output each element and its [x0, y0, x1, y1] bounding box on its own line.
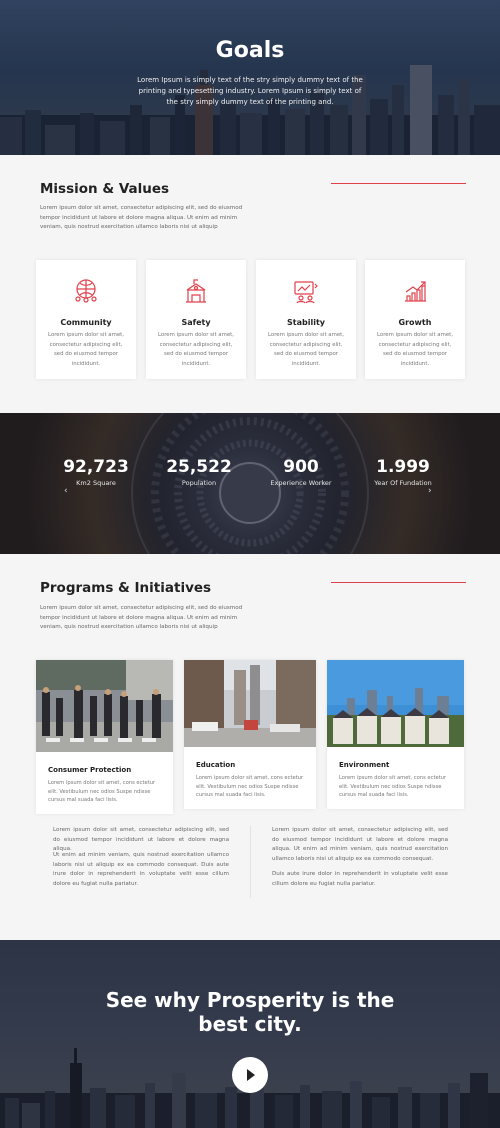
- programs-title: Programs & Initiatives: [40, 580, 212, 596]
- mission-accent-line: [331, 183, 466, 184]
- page-title: Goals: [215, 38, 285, 63]
- value-card-stability: Stability Lorem ipsum dolor sit amet, co…: [256, 260, 356, 379]
- play-video-button[interactable]: [232, 1057, 268, 1093]
- hero-section: Goals Lorem Ipsum is simply text of the …: [0, 0, 500, 155]
- value-card-safety: Safety Lorem ipsum dolor sit amet, conse…: [146, 260, 246, 379]
- stat-km2: 92,723 Km2 Square: [63, 457, 129, 487]
- value-card-growth: Growth Lorem ipsum dolor sit amet, conse…: [365, 260, 465, 379]
- stat-workers: 900 Experience Worker: [270, 457, 332, 487]
- safety-icon: [186, 279, 206, 303]
- play-icon: [247, 1069, 255, 1081]
- stability-icon: [294, 281, 318, 304]
- growth-icon: [405, 281, 426, 302]
- programs-right-p1: Lorem ipsum dolor sit amet, consectetur …: [272, 827, 448, 862]
- city-street-image: [184, 660, 316, 747]
- programs-accent-line: [331, 582, 466, 583]
- mission-title: Mission & Values: [40, 181, 170, 197]
- mission-text: Lorem ipsum dolor sit amet, consectetur …: [40, 205, 243, 230]
- stat-year: 1.999 Year Of Fundation: [374, 457, 432, 487]
- programs-right-p2: Duis aute irure dolor in reprehenderit i…: [272, 871, 448, 887]
- column-divider: [250, 826, 251, 898]
- programs-text: Lorem ipsum dolor sit amet, consectetur …: [40, 605, 243, 630]
- program-card-consumer-protection[interactable]: Consumer Protection Lorem ipsum dolor si…: [36, 660, 173, 814]
- cta-section: See why Prosperity is the best city.: [0, 940, 500, 1128]
- stat-population: 25,522 Population: [166, 457, 232, 487]
- crosswalk-crowd-image: [36, 660, 173, 752]
- cta-title: See why Prosperity is the best city.: [105, 988, 395, 1036]
- slider-next-icon[interactable]: ›: [428, 486, 432, 496]
- community-icon: [75, 279, 97, 303]
- programs-left-p2: Ut enim ad minim veniam, quis nostrud ex…: [53, 852, 229, 887]
- program-card-environment[interactable]: Environment Lorem ipsum dolor sit amet, …: [327, 660, 464, 809]
- program-card-education[interactable]: Education Lorem ipsum dolor sit amet, co…: [184, 660, 316, 809]
- painted-ladies-image: [327, 660, 464, 747]
- hero-text: Lorem Ipsum is simply text of the stry s…: [137, 76, 363, 106]
- value-card-community: Community Lorem ipsum dolor sit amet, co…: [36, 260, 136, 379]
- slider-prev-icon[interactable]: ‹: [64, 486, 68, 496]
